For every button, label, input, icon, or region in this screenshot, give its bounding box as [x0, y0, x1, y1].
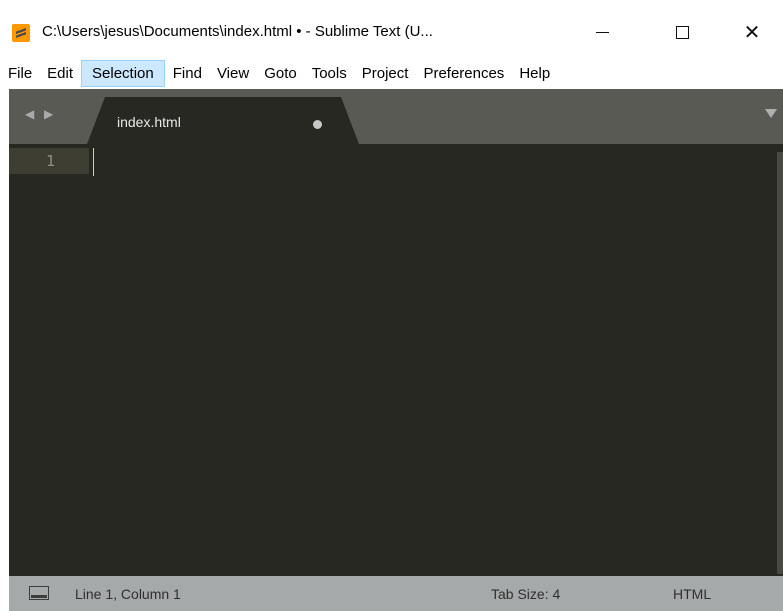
maximize-button[interactable] — [660, 14, 704, 50]
menu-goto[interactable]: Goto — [257, 60, 304, 87]
editor-area[interactable]: 1 — [9, 144, 783, 576]
tab-bar: ◀ ▶ index.html — [9, 89, 783, 144]
tab-size-indicator[interactable]: Tab Size: 4 — [491, 586, 560, 602]
menu-help[interactable]: Help — [512, 60, 557, 87]
menu-find[interactable]: Find — [166, 60, 209, 87]
maximize-icon — [675, 25, 689, 39]
tab-label: index.html — [117, 114, 181, 130]
status-bar: Line 1, Column 1 Tab Size: 4 HTML — [9, 576, 783, 611]
syntax-indicator[interactable]: HTML — [673, 586, 711, 602]
menu-file[interactable]: File — [1, 60, 39, 87]
unsaved-dot-icon[interactable] — [313, 120, 322, 129]
vertical-scrollbar[interactable] — [777, 152, 783, 574]
tab-dropdown-icon[interactable] — [765, 109, 777, 118]
window-title: C:\Users\jesus\Documents\index.html • - … — [42, 23, 433, 40]
line-number: 1 — [46, 152, 56, 170]
menu-project[interactable]: Project — [355, 60, 416, 87]
menu-selection[interactable]: Selection — [81, 59, 165, 87]
close-button[interactable]: ✕ — [730, 14, 774, 50]
sublime-window: C:\Users\jesus\Documents\index.html • - … — [0, 0, 783, 611]
menu-preferences[interactable]: Preferences — [416, 60, 511, 87]
cursor-position: Line 1, Column 1 — [75, 586, 181, 602]
menu-edit[interactable]: Edit — [40, 60, 80, 87]
menu-bar: File Edit Selection Find View Goto Tools… — [0, 58, 783, 88]
menu-tools[interactable]: Tools — [305, 60, 354, 87]
tab-nav-arrows-icon[interactable]: ◀ ▶ — [25, 107, 56, 121]
close-icon: ✕ — [743, 20, 761, 44]
minimize-button[interactable] — [580, 14, 624, 50]
line-gutter: 1 — [9, 144, 89, 576]
sublime-logo-icon — [12, 24, 30, 42]
tab-index-html[interactable]: index.html — [87, 97, 359, 144]
text-caret — [93, 148, 94, 176]
menu-view[interactable]: View — [210, 60, 256, 87]
title-bar[interactable]: C:\Users\jesus\Documents\index.html • - … — [0, 0, 783, 60]
minimize-icon — [595, 31, 609, 33]
panel-toggle-icon[interactable] — [29, 586, 49, 600]
